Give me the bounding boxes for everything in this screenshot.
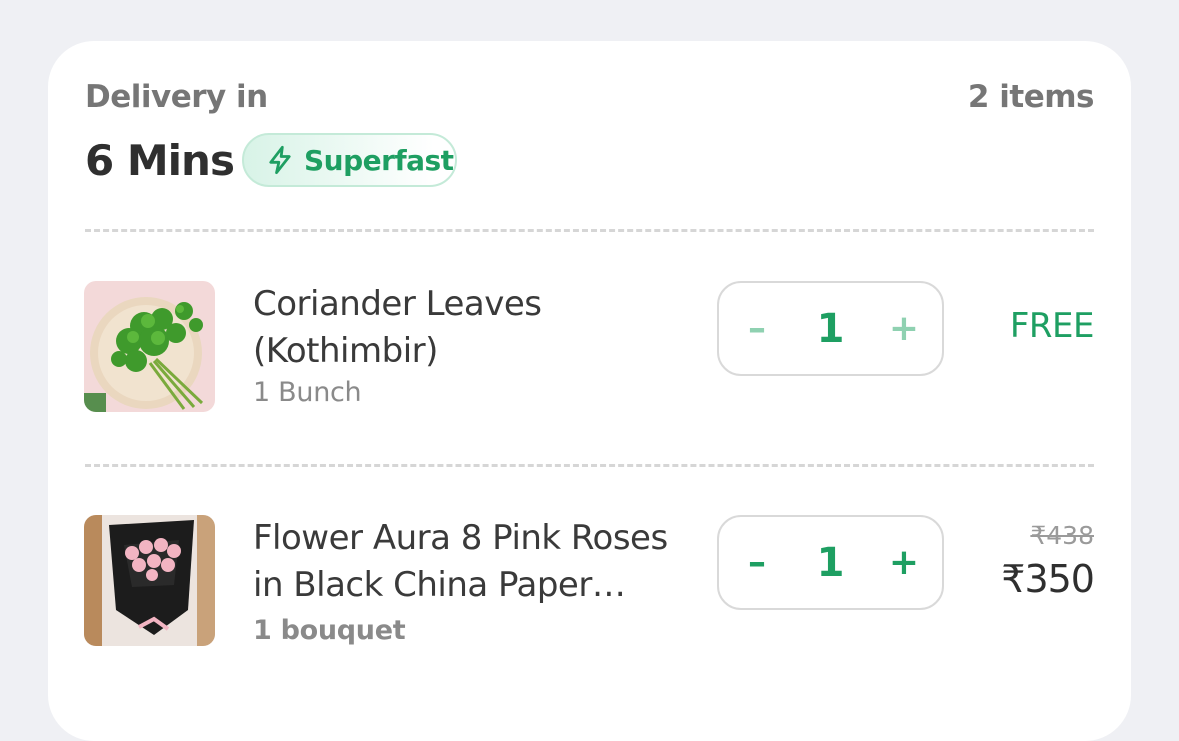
product-unit: 1 Bunch [253,377,362,408]
divider [85,229,1094,232]
discounted-price: ₹350 [1001,557,1095,601]
minus-icon: – [748,308,766,349]
product-image-roses[interactable] [84,515,215,646]
product-image-coriander[interactable] [84,281,215,412]
lightning-icon [266,145,294,175]
items-count: 2 items [967,79,1095,115]
cart-card: Delivery in 2 items 6 Mins Superfast Cor… [48,41,1131,741]
increment-button[interactable]: + [874,517,934,608]
product-name[interactable]: Flower Aura 8 Pink Roses in Black China … [253,515,668,609]
delivery-label: Delivery in [85,79,268,115]
superfast-badge: Superfast [242,133,457,187]
plus-icon: + [888,542,920,583]
quantity-stepper: – 1 + [717,515,944,610]
price-free: FREE [1009,306,1095,346]
original-price: ₹438 [1030,521,1094,550]
increment-button[interactable]: + [874,283,934,374]
product-name[interactable]: Coriander Leaves (Kothimbir) [253,281,542,375]
divider [85,464,1094,467]
minus-icon: – [748,542,766,583]
quantity-stepper: – 1 + [717,281,944,376]
plus-icon: + [888,308,920,349]
delivery-eta: 6 Mins [85,136,235,185]
badge-label: Superfast [304,143,454,177]
decrement-button[interactable]: – [727,283,787,374]
decrement-button[interactable]: – [727,517,787,608]
product-unit: 1 bouquet [253,615,406,646]
